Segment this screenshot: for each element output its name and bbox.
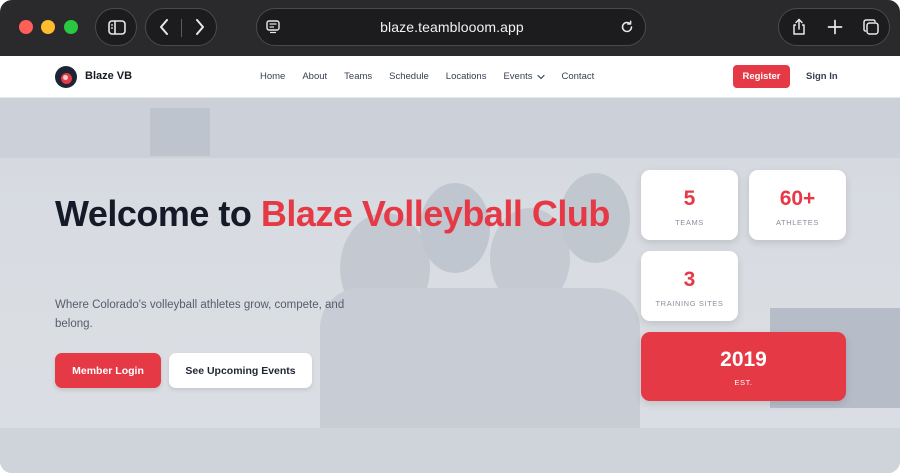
hero-title-prefix: Welcome to bbox=[55, 193, 261, 234]
new-tab-icon[interactable] bbox=[825, 17, 845, 37]
stat-sites-label: TRAINING SITES bbox=[655, 299, 724, 308]
hero-title: Welcome to Blaze Volleyball Club bbox=[55, 190, 615, 238]
nav-schedule[interactable]: Schedule bbox=[389, 71, 429, 82]
site-header: Blaze VB Home About Teams Schedule Locat… bbox=[0, 56, 900, 98]
stat-card-athletes: 60+ ATHLETES bbox=[749, 170, 846, 240]
hero-title-accent: Blaze Volleyball Club bbox=[260, 193, 610, 234]
nav-about[interactable]: About bbox=[302, 71, 327, 82]
stat-athletes-value: 60+ bbox=[779, 187, 816, 210]
zoom-window-button[interactable] bbox=[64, 20, 78, 34]
nav-separator bbox=[181, 19, 182, 37]
nav-teams[interactable]: Teams bbox=[344, 71, 372, 82]
sign-in-link[interactable]: Sign In bbox=[806, 71, 838, 82]
volleyball-icon bbox=[61, 73, 72, 84]
stat-established-value: 2019 bbox=[720, 348, 767, 371]
stat-sites-value: 3 bbox=[683, 268, 696, 291]
nav-events-label: Events bbox=[503, 71, 533, 82]
sidebar-toggle-button[interactable] bbox=[95, 8, 137, 46]
brand-name[interactable]: Blaze VB bbox=[85, 70, 132, 82]
hero-section: Welcome to Blaze Volleyball Club Where C… bbox=[0, 98, 900, 473]
share-icon[interactable] bbox=[789, 17, 809, 37]
stat-established-label: EST. bbox=[734, 378, 753, 387]
nav-contact[interactable]: Contact bbox=[562, 71, 595, 82]
browser-actions bbox=[778, 8, 890, 46]
minimize-window-button[interactable] bbox=[41, 20, 55, 34]
main-nav: Home About Teams Schedule Locations Even… bbox=[260, 71, 594, 82]
member-login-button[interactable]: Member Login bbox=[55, 353, 161, 388]
hero-subtitle: Where Colorado's volleyball athletes gro… bbox=[55, 299, 345, 330]
stat-teams-label: TEAMS bbox=[675, 218, 704, 227]
tabs-overview-icon[interactable] bbox=[861, 17, 881, 37]
register-button[interactable]: Register bbox=[733, 65, 790, 88]
reload-icon[interactable] bbox=[619, 19, 635, 35]
nav-home[interactable]: Home bbox=[260, 71, 285, 82]
browser-toolbar: blaze.teamblooom.app bbox=[0, 0, 900, 56]
url-text: blaze.teamblooom.app bbox=[380, 19, 524, 35]
stat-card-training-sites: 3 TRAINING SITES bbox=[641, 251, 738, 321]
address-bar[interactable]: blaze.teamblooom.app bbox=[256, 8, 646, 46]
chevron-down-icon bbox=[536, 74, 545, 80]
stat-teams-value: 5 bbox=[683, 187, 696, 210]
stat-card-established: 2019 EST. bbox=[641, 332, 846, 401]
browser-window: blaze.teamblooom.app Blaze VB Home About bbox=[0, 0, 900, 473]
history-navigation bbox=[145, 8, 217, 46]
close-window-button[interactable] bbox=[19, 20, 33, 34]
stat-athletes-label: ATHLETES bbox=[775, 218, 819, 227]
back-icon[interactable] bbox=[154, 17, 174, 37]
upcoming-events-button[interactable]: See Upcoming Events bbox=[169, 353, 312, 388]
nav-events[interactable]: Events bbox=[503, 71, 545, 82]
stat-card-teams: 5 TEAMS bbox=[641, 170, 738, 240]
sidebar-icon bbox=[107, 18, 127, 36]
club-logo[interactable] bbox=[55, 66, 77, 88]
nav-locations[interactable]: Locations bbox=[446, 71, 487, 82]
hero-overlay bbox=[0, 98, 900, 473]
forward-icon[interactable] bbox=[190, 17, 210, 37]
